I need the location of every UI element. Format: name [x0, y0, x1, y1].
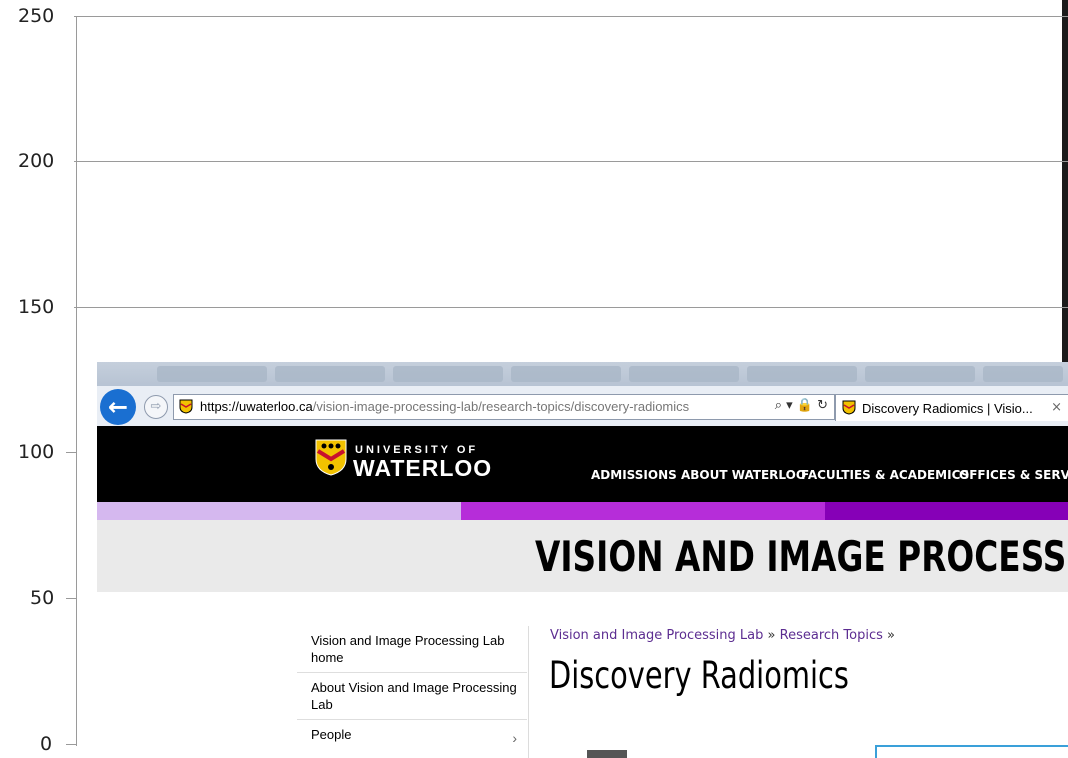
gridline-150 [74, 307, 1068, 308]
site-banner: VISION AND IMAGE PROCESSING L [97, 520, 1068, 592]
chevron-right-icon: › [512, 730, 517, 746]
sidebar-item-label: About Vision and Image Processing Lab [311, 680, 517, 712]
tab-discovery-radiomics[interactable]: Discovery Radiomics | Visio... × [835, 394, 1068, 421]
background-tab[interactable] [157, 366, 267, 382]
stripe-magenta [461, 502, 825, 520]
stripe-dark-purple [825, 502, 1068, 520]
url-action-icons[interactable]: ⌕ ▾ 🔒 ↻ [775, 398, 828, 413]
y-tick-label: 0 [40, 733, 53, 755]
color-stripes [97, 502, 1068, 520]
nav-admissions[interactable]: ADMISSIONS [591, 468, 677, 482]
nav-about-waterloo[interactable]: ABOUT WATERLOO [681, 468, 806, 482]
tab-strip [97, 362, 1068, 386]
y-axis-line [76, 16, 77, 746]
forward-button[interactable]: ⇨ [144, 395, 168, 419]
logo-wordmark[interactable]: WATERLOO [353, 455, 492, 482]
background-tab[interactable] [747, 366, 857, 382]
y-tick-label: 50 [30, 587, 55, 609]
uwaterloo-shield-icon [179, 399, 193, 414]
sidebar-divider [528, 626, 529, 758]
breadcrumb-link-lab[interactable]: Vision and Image Processing Lab [550, 628, 763, 643]
nav-offices-services[interactable]: OFFICES & SERVICES [959, 468, 1068, 482]
site-title[interactable]: VISION AND IMAGE PROCESSING L [535, 532, 1068, 581]
sidebar-item-about[interactable]: About Vision and Image Processing Lab [297, 673, 527, 720]
info-box [875, 745, 1068, 758]
close-icon[interactable]: × [1051, 400, 1062, 415]
y-tick-label: 150 [18, 296, 55, 318]
y-tick-label: 200 [18, 150, 55, 172]
tab-title: Discovery Radiomics | Visio... [862, 401, 1033, 416]
browser-screenshot: ← ⇨ https://uwaterloo.ca/vision-image-pr… [97, 362, 1068, 758]
uwaterloo-shield-icon [842, 400, 856, 415]
y-tick-label: 250 [18, 5, 55, 27]
sidebar-item-lab-home[interactable]: Vision and Image Processing Lab home [297, 626, 527, 673]
url-field[interactable]: https://uwaterloo.ca/vision-image-proces… [173, 394, 835, 420]
y-tick-label: 100 [18, 441, 55, 463]
stripe-light-purple [97, 502, 461, 520]
sidebar: Vision and Image Processing Lab home Abo… [297, 626, 527, 749]
gridline-250 [74, 16, 1068, 17]
breadcrumb-link-research-topics[interactable]: Research Topics [780, 628, 883, 643]
background-tab[interactable] [393, 366, 503, 382]
back-button[interactable]: ← [100, 389, 136, 425]
url-text: https://uwaterloo.ca/vision-image-proces… [200, 399, 689, 414]
breadcrumb-separator: » [767, 628, 776, 643]
uwaterloo-shield-logo[interactable] [315, 439, 347, 476]
background-tab[interactable] [865, 366, 975, 382]
nav-faculties-academics[interactable]: FACULTIES & ACADEMICS [801, 468, 969, 482]
arrow-right-icon: ⇨ [150, 399, 162, 414]
background-tab[interactable] [983, 366, 1063, 382]
content-image [587, 750, 627, 758]
url-domain: https://uwaterloo.ca [200, 399, 313, 414]
sidebar-item-label: Vision and Image Processing Lab home [311, 633, 505, 665]
page-title: Discovery Radiomics [549, 654, 849, 697]
arrow-left-icon: ← [107, 393, 129, 421]
sidebar-item-label: People [311, 727, 352, 742]
background-tab[interactable] [629, 366, 739, 382]
background-tab[interactable] [275, 366, 385, 382]
site-header: UNIVERSITY OF WATERLOO ADMISSIONS ABOUT … [97, 426, 1068, 502]
main-nav: ADMISSIONS ABOUT WATERLOO FACULTIES & AC… [591, 466, 1068, 484]
breadcrumb-separator: » [887, 628, 895, 643]
address-bar: ← ⇨ https://uwaterloo.ca/vision-image-pr… [97, 386, 1068, 426]
url-path: /vision-image-processing-lab/research-to… [312, 399, 690, 414]
breadcrumb: Vision and Image Processing Lab » Resear… [550, 628, 895, 643]
sidebar-item-people[interactable]: People › [297, 720, 527, 749]
gridline-200 [74, 161, 1068, 162]
background-tab[interactable] [511, 366, 621, 382]
